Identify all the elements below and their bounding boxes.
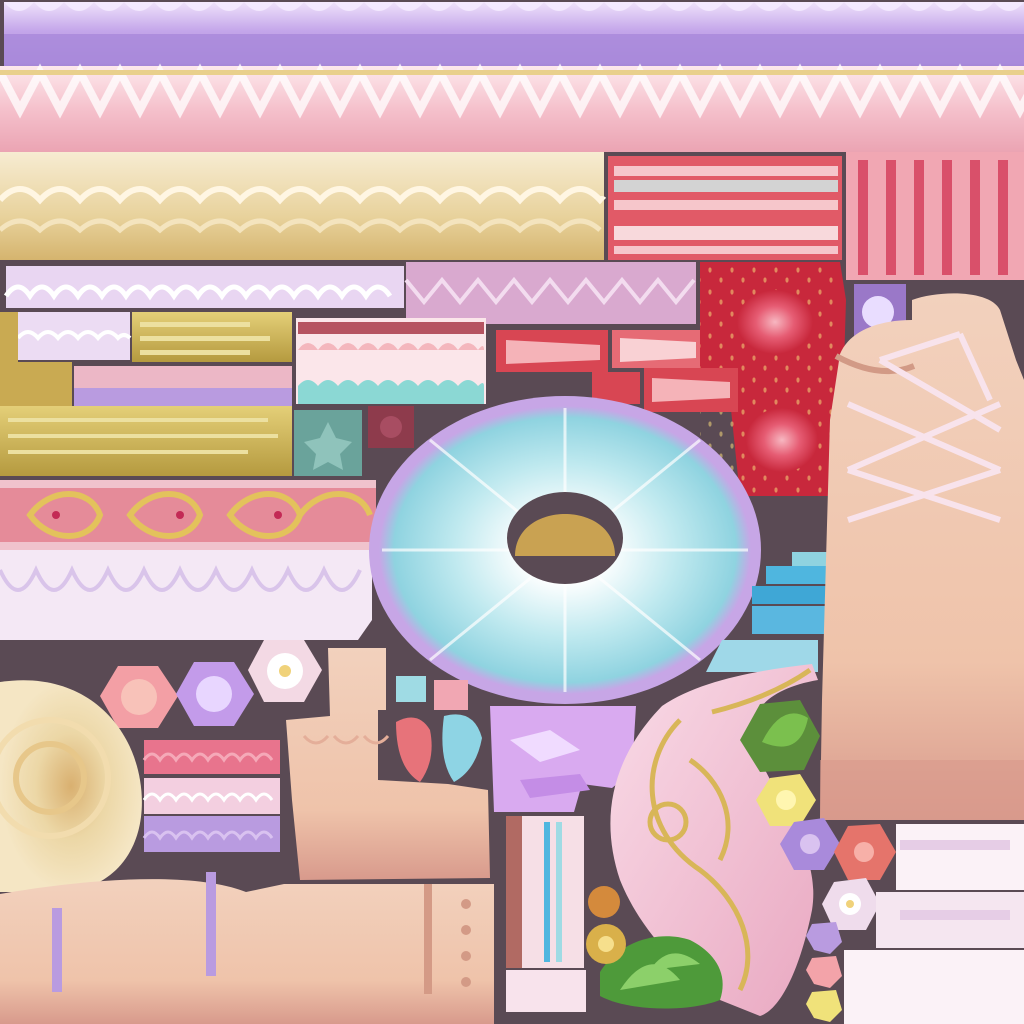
rose-icon <box>196 676 232 712</box>
rose-hex-purple <box>176 662 254 726</box>
gold-ornament-ribbon <box>0 480 376 550</box>
red-stripe-panel <box>608 156 842 260</box>
rose-hex-white <box>248 640 322 702</box>
scallop-bars <box>142 740 280 852</box>
maroon-tile <box>368 406 414 448</box>
strawberry-icon <box>737 290 813 354</box>
small-flower-chips <box>806 922 842 1022</box>
flower-icon <box>776 790 796 810</box>
texture-atlas <box>0 2 1024 1024</box>
mauve-zigzag-strip <box>404 262 696 324</box>
vertical-stripe-panel <box>846 152 1024 280</box>
flower-icon <box>854 842 874 862</box>
lavender-lace-small <box>16 312 132 360</box>
lavender-ruffle-band <box>4 2 1024 66</box>
coral-flower-hex <box>834 824 896 880</box>
white-ruffle-skirt <box>0 550 372 640</box>
gem-icon <box>396 717 432 782</box>
cream-ruffle-band <box>0 152 607 260</box>
rose-icon <box>121 679 157 715</box>
flower-icon <box>800 834 820 854</box>
cake-trim-panel <box>296 318 486 404</box>
white-flower-hex <box>822 878 880 930</box>
tutu-ring <box>369 396 761 704</box>
strawberry-icon <box>746 408 818 472</box>
gem-icon <box>442 714 482 782</box>
legs-skin-piece <box>0 872 494 1024</box>
pink-lavender-bars <box>74 366 292 408</box>
teal-star-tile <box>294 410 362 476</box>
torso-lace-piece <box>820 293 1024 820</box>
pink-ruffle-band <box>0 63 1024 152</box>
gold-beads <box>586 886 626 964</box>
small-gem-tiles <box>396 676 482 782</box>
bead-icon <box>588 886 620 918</box>
lavender-lace-strip <box>3 266 404 308</box>
cyan-stripe-ribbon <box>506 816 586 1012</box>
